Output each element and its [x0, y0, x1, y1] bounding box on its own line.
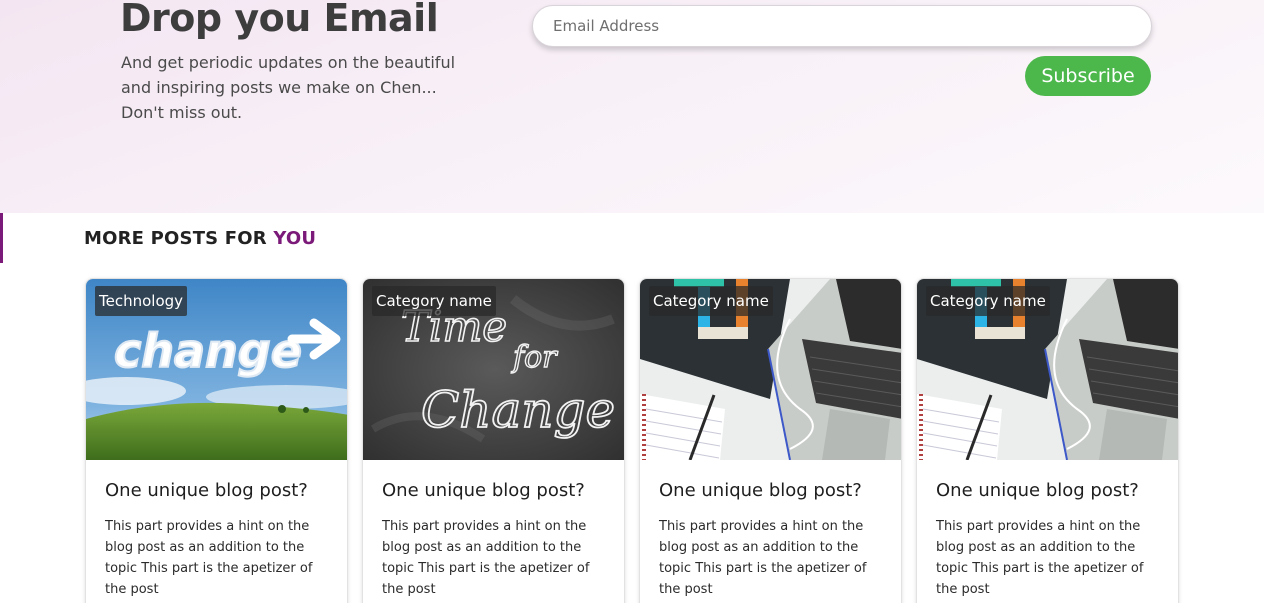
card-description: This part provides a hint on the blog po… [105, 519, 313, 597]
more-posts-heading: MORE POSTS FOR YOU [84, 228, 316, 249]
newsletter-section: Drop you Email And get periodic updates … [0, 0, 1264, 213]
card-description: This part provides a hint on the blog po… [659, 519, 867, 597]
category-badge[interactable]: Category name [372, 286, 496, 316]
card-title[interactable]: One unique blog post? [105, 480, 308, 501]
category-badge[interactable]: Category name [926, 286, 1050, 316]
subscribe-button[interactable]: Subscribe [1025, 56, 1151, 96]
chalk-text-change: Change [421, 381, 615, 439]
chalk-text-for: for [511, 340, 558, 375]
newsletter-description: And get periodic updates on the beautifu… [121, 53, 456, 122]
post-card[interactable]: Category name One unique blog post? This… [639, 278, 902, 603]
card-description: This part provides a hint on the blog po… [382, 519, 590, 597]
newsletter-title: Drop you Email [120, 0, 439, 40]
post-card[interactable]: Category name One unique blog post? This… [916, 278, 1179, 603]
section-accent-bar [0, 213, 3, 263]
change-cloud-text: change [114, 324, 302, 378]
post-card[interactable]: Time for Change Category name One unique… [362, 278, 625, 603]
card-title[interactable]: One unique blog post? [659, 480, 862, 501]
laptop-desk-image[interactable]: Category name [917, 279, 1178, 460]
card-description: This part provides a hint on the blog po… [936, 519, 1144, 597]
more-posts-heading-prefix: MORE POSTS FOR [84, 228, 274, 249]
category-badge[interactable]: Technology [95, 286, 188, 316]
card-title[interactable]: One unique blog post? [382, 480, 585, 501]
card-title[interactable]: One unique blog post? [936, 480, 1139, 501]
email-input[interactable] [532, 5, 1152, 47]
post-card[interactable]: change Technology One unique blog post? … [85, 278, 348, 603]
more-posts-heading-accent: YOU [273, 228, 317, 249]
change-sky-image[interactable]: change Technology [86, 279, 347, 460]
chalkboard-image[interactable]: Time for Change Category name [363, 279, 624, 460]
laptop-desk-image[interactable]: Category name [640, 279, 901, 460]
category-badge[interactable]: Category name [649, 286, 773, 316]
